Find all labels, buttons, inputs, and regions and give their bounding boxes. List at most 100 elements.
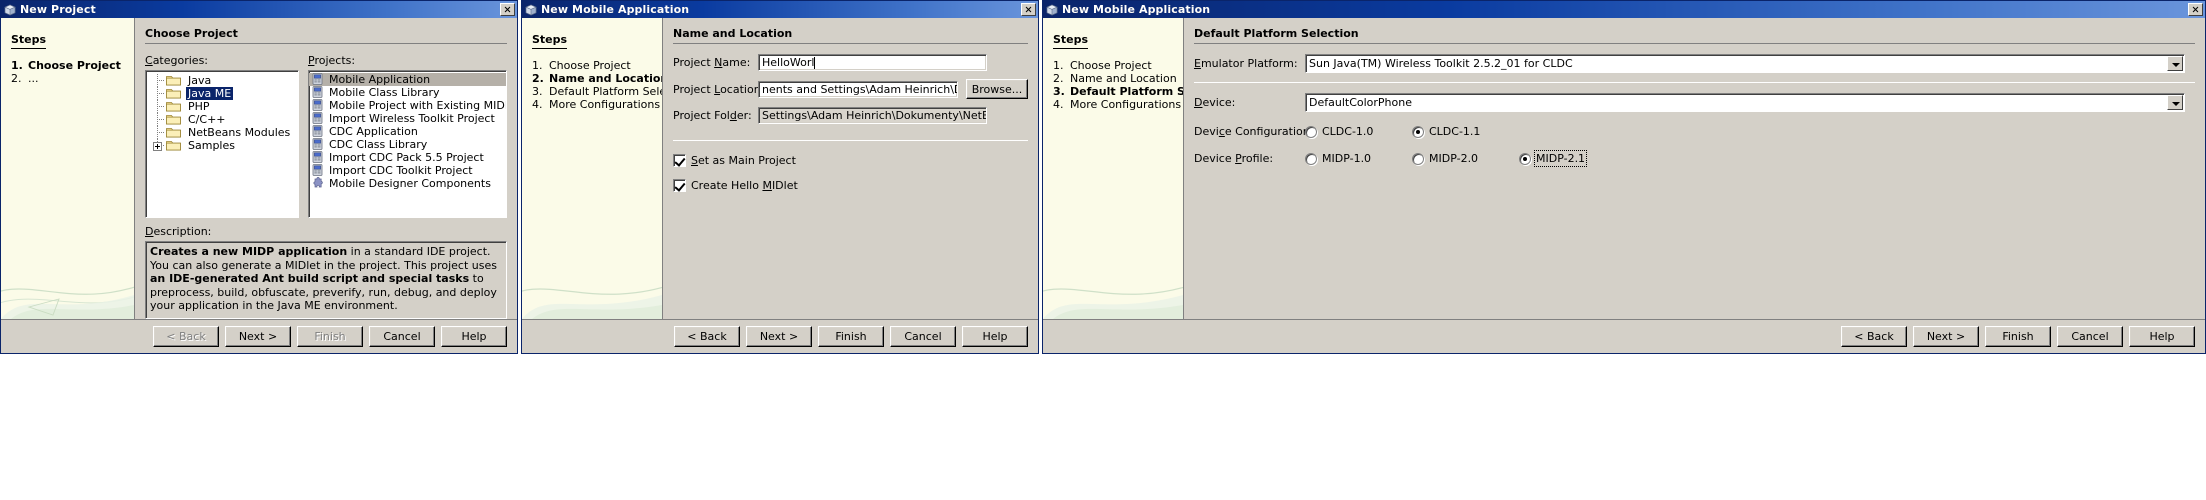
mobile-project-icon (311, 86, 325, 99)
device-label: Device: (1194, 96, 1236, 109)
radio-cldc-1-1-label: CLDC-1.1 (1429, 125, 1481, 138)
dialog-title: New Mobile Application (1062, 3, 1211, 16)
next-button[interactable]: Next > (746, 326, 812, 347)
project-name-label: Project Name: (673, 56, 751, 69)
cancel-button[interactable]: Cancel (890, 326, 956, 347)
list-item[interactable]: CDC Class Library (309, 138, 506, 151)
cancel-button[interactable]: Cancel (2057, 326, 2123, 347)
chevron-down-icon[interactable] (2167, 56, 2183, 71)
finish-button[interactable]: Finish (1985, 326, 2051, 347)
steps-heading: Steps (1053, 33, 1089, 49)
tree-item-java-me[interactable]: Java ME (146, 87, 298, 100)
back-button[interactable]: < Back (1841, 326, 1907, 347)
set-as-main-project-checkbox[interactable] (673, 154, 686, 167)
close-icon[interactable] (1021, 3, 1036, 16)
create-hello-midlet-row[interactable]: Create Hello MIDlet (673, 179, 1028, 192)
help-button[interactable]: Help (2129, 326, 2195, 347)
expand-plus-icon[interactable] (153, 142, 162, 151)
step-item-2: 2. ... (11, 72, 134, 85)
next-button[interactable]: Next > (1913, 326, 1979, 347)
step-number: 1. (1053, 59, 1064, 72)
folder-icon (166, 113, 182, 126)
categories-tree[interactable]: Java Java ME PHP C/C++ NetBeans Modules … (145, 70, 299, 218)
dialog-footer: < Back Next > Finish Cancel Help (1043, 319, 2205, 353)
step-item-4: 4. More Configurations Selection (1053, 98, 1183, 111)
step-item-3: 3. Default Platform Selection (1053, 85, 1183, 98)
radio-cldc-1-0-row[interactable]: CLDC-1.0 (1305, 125, 1381, 138)
titlebar[interactable]: New Project (1, 1, 517, 18)
create-hello-midlet-checkbox[interactable] (673, 179, 686, 192)
projects-list[interactable]: Mobile Application Mobile Class Library Mo… (308, 70, 507, 218)
list-item[interactable]: Mobile Project with Existing MIDP Source… (309, 99, 506, 112)
list-item-label: Mobile Project with Existing MIDP Source… (329, 99, 506, 112)
help-button[interactable]: Help (962, 326, 1028, 347)
description-emphasis: Creates a new MIDP application (150, 245, 348, 258)
list-item[interactable]: Mobile Application (309, 73, 506, 86)
pane-heading: Default Platform Selection (1194, 27, 2195, 44)
description-box: Creates a new MIDP application in a stan… (145, 241, 507, 319)
step-number: 1. (11, 59, 23, 72)
list-item[interactable]: Import CDC Toolkit Project (309, 164, 506, 177)
radio-midp-2-0[interactable] (1412, 152, 1424, 165)
step-label: Name and Location (549, 72, 662, 85)
titlebar[interactable]: New Mobile Application (522, 1, 1038, 18)
close-icon[interactable] (2188, 3, 2203, 16)
tree-item-label: Samples (188, 139, 235, 152)
pane-heading: Choose Project (145, 27, 507, 44)
next-button[interactable]: Next > (225, 326, 291, 347)
radio-midp-2-1[interactable] (1519, 152, 1531, 165)
radio-midp-1-0[interactable] (1305, 152, 1317, 165)
close-icon[interactable] (500, 3, 515, 16)
step-item-1: 1. Choose Project (532, 59, 662, 72)
list-item[interactable]: CDC Application (309, 125, 506, 138)
projects-label: Projects: (308, 54, 356, 67)
list-item[interactable]: Import CDC Pack 5.5 Project (309, 151, 506, 164)
chevron-down-icon[interactable] (2167, 95, 2183, 110)
step-label: Name and Location (1070, 72, 1177, 85)
radio-cldc-1-0[interactable] (1305, 125, 1317, 138)
titlebar[interactable]: New Mobile Application (1043, 1, 2205, 18)
step-number: 3. (532, 85, 543, 98)
radio-midp-1-0-label: MIDP-1.0 (1322, 152, 1372, 165)
tree-item-netbeans-modules[interactable]: NetBeans Modules (146, 126, 298, 139)
list-item-label: Mobile Class Library (329, 86, 440, 99)
step-number: 1. (532, 59, 543, 72)
radio-midp-1-0-row[interactable]: MIDP-1.0 (1305, 152, 1381, 165)
finish-button[interactable]: Finish (297, 326, 363, 347)
tree-item-samples[interactable]: Samples (146, 139, 298, 152)
help-button[interactable]: Help (441, 326, 507, 347)
tree-item-c-cpp[interactable]: C/C++ (146, 113, 298, 126)
radio-cldc-1-1-row[interactable]: CLDC-1.1 (1412, 125, 1480, 138)
radio-midp-2-0-row[interactable]: MIDP-2.0 (1412, 152, 1488, 165)
project-location-field[interactable]: nents and Settings\Adam Heinrich\Dokumen… (758, 80, 958, 98)
cancel-button[interactable]: Cancel (369, 326, 435, 347)
radio-midp-2-1-row[interactable]: MIDP-2.1 (1519, 150, 1588, 167)
project-folder-label: Project Folder: (673, 109, 752, 122)
project-folder-field[interactable]: Settings\Adam Heinrich\Dokumenty\NetBean… (758, 107, 987, 124)
list-item-label: Import CDC Toolkit Project (329, 164, 473, 177)
radio-cldc-1-1[interactable] (1412, 125, 1424, 138)
set-as-main-project-row[interactable]: Set as Main Project (673, 154, 1028, 167)
step-item-3: 3. Default Platform Selection (532, 85, 662, 98)
list-item[interactable]: Mobile Class Library (309, 86, 506, 99)
mobile-project-icon (311, 99, 325, 112)
device-value: DefaultColorPhone (1309, 96, 1412, 109)
emulator-platform-combo[interactable]: Sun Java(TM) Wireless Toolkit 2.5.2_01 f… (1305, 54, 2185, 73)
tree-item-php[interactable]: PHP (146, 100, 298, 113)
cube-icon (1046, 4, 1058, 16)
list-item[interactable]: Mobile Designer Components (309, 177, 506, 190)
categories-label: CCategories:ategories: (145, 54, 209, 67)
browse-button[interactable]: Browse... (966, 79, 1028, 99)
project-name-field[interactable]: HelloWorl (758, 54, 987, 71)
back-button[interactable]: < Back (674, 326, 740, 347)
folder-icon (166, 74, 182, 87)
device-combo[interactable]: DefaultColorPhone (1305, 93, 2185, 112)
back-button[interactable]: < Back (153, 326, 219, 347)
dialog-title: New Project (20, 3, 96, 16)
finish-button[interactable]: Finish (818, 326, 884, 347)
content-pane-platform: Default Platform Selection Emulator Plat… (1183, 18, 2205, 319)
project-location-label: Project Location: (673, 82, 765, 96)
list-item[interactable]: Import Wireless Toolkit Project (309, 112, 506, 125)
tree-item-java[interactable]: Java (146, 74, 298, 87)
emulator-platform-label: Emulator Platform: (1194, 57, 1298, 70)
